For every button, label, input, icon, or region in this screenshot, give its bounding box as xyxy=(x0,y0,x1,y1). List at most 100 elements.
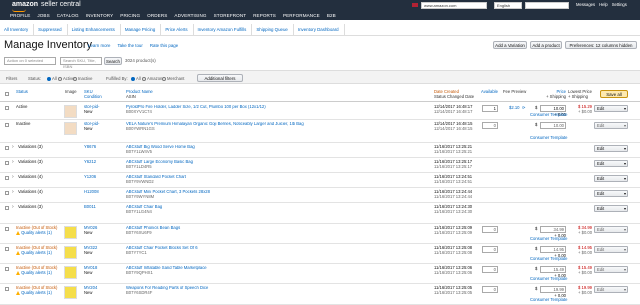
edit-dropdown-button[interactable]: Edit ▾ xyxy=(594,160,628,167)
row-checkbox[interactable] xyxy=(5,146,9,150)
quality-alert[interactable]: Quality alerts (1) xyxy=(16,230,62,236)
edit-dropdown-button[interactable]: Edit ▾ xyxy=(594,145,628,152)
tab-inventory-dashboard[interactable]: Inventory Dashboard xyxy=(294,24,345,35)
price-input[interactable]: 14.95 xyxy=(540,246,566,253)
quality-alert[interactable]: Quality alerts (1) xyxy=(16,290,62,296)
row-checkbox[interactable] xyxy=(5,227,9,231)
refresh-icon[interactable]: ⟳ xyxy=(522,105,526,111)
fee-preview-link[interactable]: $2.10 xyxy=(509,105,519,111)
nav-advertising[interactable]: ADVERTISING xyxy=(174,13,206,18)
consumer-template-link[interactable]: Consumer Template xyxy=(530,112,567,118)
language-select[interactable]: English xyxy=(494,2,522,9)
nav-pricing[interactable]: PRICING xyxy=(120,13,140,18)
product-thumbnail[interactable] xyxy=(64,105,77,118)
row-checkbox[interactable] xyxy=(5,161,9,165)
select-all-checkbox[interactable] xyxy=(5,92,9,96)
row-checkbox[interactable] xyxy=(5,191,9,195)
nav-b2b[interactable]: B2B xyxy=(327,13,336,18)
available-quantity-input[interactable]: 1 xyxy=(482,105,498,112)
price-input[interactable]: 10.00 xyxy=(540,122,566,129)
row-sku[interactable]: Y1206 xyxy=(84,174,122,180)
take-tour-link[interactable]: Take the tour xyxy=(117,43,142,48)
help-link[interactable]: Help xyxy=(599,2,608,7)
nav-orders[interactable]: ORDERS xyxy=(147,13,167,18)
edit-dropdown-button[interactable]: Edit ▾ xyxy=(594,105,628,112)
product-thumbnail[interactable] xyxy=(64,246,77,259)
nav-storefront[interactable]: STOREFRONT xyxy=(214,13,247,18)
marketplace-select[interactable]: www.amazon.com xyxy=(421,2,487,9)
row-sku[interactable]: Y8676 xyxy=(84,144,122,150)
row-checkbox[interactable] xyxy=(5,206,9,210)
nav-inventory[interactable]: INVENTORY xyxy=(86,13,114,18)
price-input[interactable]: 19.99 xyxy=(540,286,566,293)
messages-link[interactable]: Messages xyxy=(576,2,595,7)
row-checkbox[interactable] xyxy=(5,176,9,180)
price-input[interactable]: 34.99 xyxy=(540,226,566,233)
available-quantity-input[interactable]: 0 xyxy=(482,122,498,129)
tab-listing-enhancements[interactable]: Listing Enhancements xyxy=(68,24,121,35)
edit-dropdown-button[interactable]: Edit ▾ xyxy=(594,175,628,182)
nav-profile[interactable]: PROFILE xyxy=(10,13,30,18)
bulk-action-select[interactable]: Action on 0 selected xyxy=(4,57,56,65)
quality-alert[interactable]: Quality alerts (1) xyxy=(16,250,62,256)
expand-chevron-icon[interactable]: › xyxy=(12,204,14,210)
consumer-template-link[interactable]: Consumer Template xyxy=(530,276,567,282)
expand-chevron-icon[interactable]: › xyxy=(12,159,14,165)
available-quantity-input[interactable]: 0 xyxy=(482,226,498,233)
fulfilled-all-radio[interactable] xyxy=(131,76,135,81)
tab-price-alerts[interactable]: Price Alerts xyxy=(161,24,194,35)
row-sku[interactable]: B0011 xyxy=(84,204,122,210)
row-sku[interactable]: Y6212 xyxy=(84,159,122,165)
consumer-template-link[interactable]: Consumer Template xyxy=(530,236,567,242)
status-inactive-radio[interactable] xyxy=(73,76,77,81)
edit-dropdown-button[interactable]: Edit ▾ xyxy=(594,266,628,273)
quality-alert[interactable]: Quality alerts (1) xyxy=(16,270,62,276)
available-quantity-input[interactable]: 0 xyxy=(482,266,498,273)
tab-all-inventory[interactable]: All Inventory xyxy=(0,24,35,35)
rate-page-link[interactable]: Rate this page xyxy=(150,43,178,48)
product-thumbnail[interactable] xyxy=(64,226,77,239)
preferences-button[interactable]: Preferences: 12 columns hidden xyxy=(565,41,637,49)
tab-shipping-queue[interactable]: Shipping Queue xyxy=(252,24,294,35)
edit-dropdown-button[interactable]: Edit ▾ xyxy=(594,205,628,212)
top-search-input[interactable] xyxy=(525,2,569,9)
nav-reports[interactable]: REPORTS xyxy=(253,13,276,18)
product-thumbnail[interactable] xyxy=(64,122,77,135)
consumer-template-link[interactable]: Consumer Template xyxy=(530,297,567,303)
edit-dropdown-button[interactable]: Edit ▾ xyxy=(594,286,628,293)
row-checkbox[interactable] xyxy=(5,123,9,127)
edit-dropdown-button[interactable]: Edit ▾ xyxy=(594,122,628,129)
available-quantity-input[interactable]: 0 xyxy=(482,286,498,293)
col-status[interactable]: Status xyxy=(16,89,28,95)
edit-dropdown-button[interactable]: Edit ▾ xyxy=(594,226,628,233)
row-checkbox[interactable] xyxy=(5,247,9,251)
status-all-radio[interactable] xyxy=(47,76,51,81)
nav-performance[interactable]: PERFORMANCE xyxy=(283,13,320,18)
edit-dropdown-button[interactable]: Edit ▾ xyxy=(594,190,628,197)
product-thumbnail[interactable] xyxy=(64,266,77,279)
status-active-radio[interactable] xyxy=(58,76,62,81)
edit-dropdown-button[interactable]: Edit ▾ xyxy=(594,246,628,253)
nav-jobs[interactable]: JOBS xyxy=(37,13,49,18)
add-product-button[interactable]: Add a product xyxy=(530,41,562,49)
amazon-seller-central-logo[interactable]: amazon seller central xyxy=(12,1,81,8)
row-checkbox[interactable] xyxy=(5,287,9,291)
tab-suppressed[interactable]: Suppressed xyxy=(34,24,68,35)
available-quantity-input[interactable]: 0 xyxy=(482,246,498,253)
price-input[interactable]: 10.00 xyxy=(540,105,566,112)
save-all-button[interactable]: Save all xyxy=(600,90,628,98)
consumer-template-link[interactable]: Consumer Template xyxy=(530,256,567,262)
expand-chevron-icon[interactable]: › xyxy=(12,144,14,150)
row-checkbox[interactable] xyxy=(5,106,9,110)
fulfilled-merchant-radio[interactable] xyxy=(162,76,166,81)
tab-manage-pricing[interactable]: Manage Pricing xyxy=(121,24,162,35)
additional-filters-button[interactable]: Additional filters xyxy=(197,74,243,82)
consumer-template-link[interactable]: Consumer Template xyxy=(530,135,567,141)
expand-chevron-icon[interactable]: › xyxy=(12,174,14,180)
sku-search-input[interactable]: Search SKU, Title, ISBN xyxy=(60,57,102,69)
settings-link[interactable]: Settings xyxy=(612,2,627,7)
expand-chevron-icon[interactable]: › xyxy=(12,189,14,195)
row-checkbox[interactable] xyxy=(5,267,9,271)
learn-more-link[interactable]: Learn more xyxy=(88,43,110,48)
tab-inventory-amazon-fulfills[interactable]: Inventory Amazon Fulfills xyxy=(194,24,253,35)
